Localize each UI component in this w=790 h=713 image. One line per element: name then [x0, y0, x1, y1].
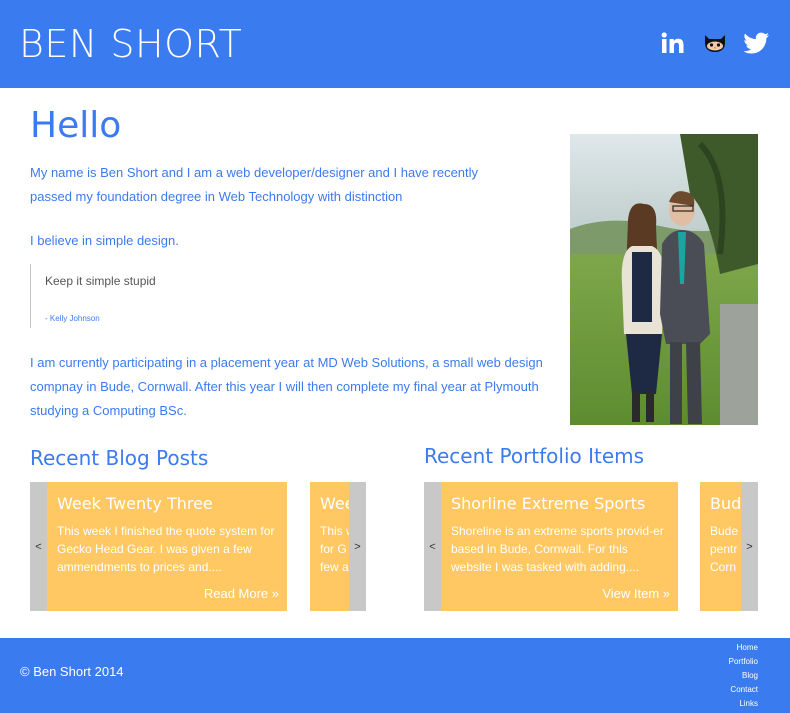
portfolio-carousel: < Shorline Extreme Sports Shoreline is a…	[424, 482, 758, 611]
blog-card-peek-excerpt: This w for G few a	[320, 524, 349, 574]
twitter-icon[interactable]	[744, 30, 770, 56]
portfolio-next-button[interactable]: >	[741, 482, 758, 611]
portfolio-card-peek[interactable]: Bude Bude pentr Corn	[700, 482, 741, 611]
footer-nav: Home Portfolio Blog Contact Links	[729, 641, 758, 711]
md-web-solutions-link[interactable]: MD Web Solutions	[318, 355, 425, 370]
footer-link-blog[interactable]: Blog	[729, 669, 758, 683]
github-icon[interactable]	[702, 30, 728, 56]
social-links	[660, 30, 770, 56]
blog-card-peek[interactable]: Wee This w for G few a	[310, 482, 349, 611]
footer-link-portfolio[interactable]: Portfolio	[729, 655, 758, 669]
placement-text: I am currently participating in a placem…	[30, 351, 550, 423]
portfolio-section-title: Recent Portfolio Items	[424, 444, 645, 468]
quote-author: - Kelly Johnson	[45, 314, 100, 323]
intro-text: My name is Ben Short and I am a web deve…	[30, 165, 479, 204]
blog-card-excerpt: This week I finished the quote system fo…	[57, 524, 275, 574]
blog-section-title: Recent Blog Posts	[30, 446, 209, 470]
blockquote: Keep it simple stupid - Kelly Johnson	[30, 264, 330, 328]
portfolio-card-peek-excerpt: Bude pentr Corn	[710, 524, 739, 574]
simple-design-text: I believe in simple design.	[30, 233, 179, 248]
copyright-text: © Ben Short 2014	[20, 664, 124, 679]
blog-card[interactable]: Week Twenty Three This week I finished t…	[47, 482, 287, 611]
placement-text-start: I am currently participating in a placem…	[30, 355, 318, 370]
portfolio-card-excerpt: Shoreline is an extreme sports provid-er…	[451, 524, 664, 574]
portfolio-card-peek-title: Bude	[710, 494, 741, 513]
blog-prev-button[interactable]: <	[30, 482, 47, 611]
site-footer: © Ben Short 2014 Home Portfolio Blog Con…	[0, 638, 790, 713]
footer-link-home[interactable]: Home	[729, 641, 758, 655]
site-header: BEN SHORT	[0, 0, 790, 88]
blog-card-title: Week Twenty Three	[57, 494, 213, 513]
linkedin-icon[interactable]	[660, 30, 686, 56]
footer-link-contact[interactable]: Contact	[729, 683, 758, 697]
blog-card-peek-title: Wee	[320, 494, 349, 513]
footer-link-links[interactable]: Links	[729, 697, 758, 711]
blog-next-button[interactable]: >	[349, 482, 366, 611]
view-item-link[interactable]: View Item »	[602, 586, 670, 601]
page-heading: Hello	[30, 105, 122, 146]
portfolio-prev-button[interactable]: <	[424, 482, 441, 611]
read-more-link[interactable]: Read More »	[204, 586, 279, 601]
portfolio-card[interactable]: Shorline Extreme Sports Shoreline is an …	[441, 482, 678, 611]
quote-text: Keep it simple stupid	[45, 274, 156, 288]
blog-carousel: < Week Twenty Three This week I finished…	[30, 482, 366, 611]
site-title[interactable]: BEN SHORT	[19, 22, 242, 66]
portfolio-card-title: Shorline Extreme Sports	[451, 494, 646, 513]
profile-photo	[570, 134, 758, 425]
